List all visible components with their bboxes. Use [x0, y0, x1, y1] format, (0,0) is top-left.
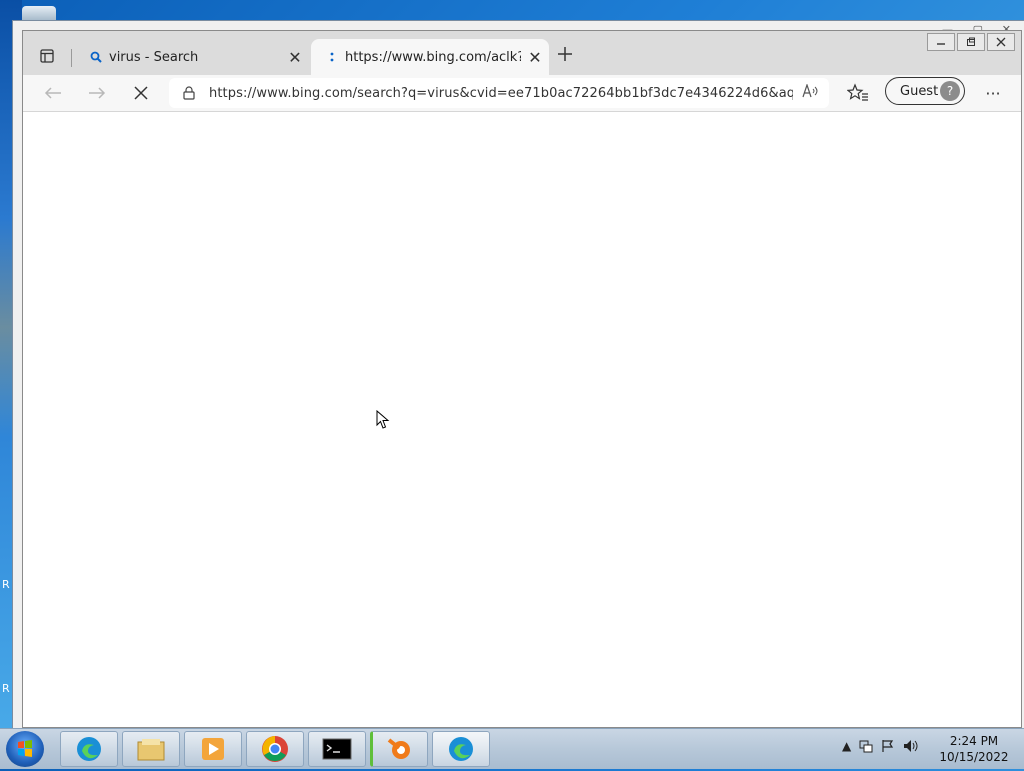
action-center-flag-icon[interactable]: [881, 739, 895, 753]
taskbar-chrome[interactable]: [246, 731, 304, 767]
favorites-star-icon: [846, 83, 868, 101]
stop-loading-button[interactable]: [127, 81, 155, 105]
window-controls: [927, 33, 1015, 51]
restore-icon: [967, 37, 975, 46]
tab-actions-button[interactable]: [33, 45, 61, 67]
tab-actions-icon: [40, 49, 54, 63]
network-icon[interactable]: [859, 739, 873, 753]
address-bar[interactable]: https://www.bing.com/search?q=virus&cvid…: [169, 78, 829, 108]
lock-icon[interactable]: [169, 86, 209, 100]
tab-bing-ad[interactable]: https://www.bing.com/aclk?ld=e ✕: [311, 39, 549, 75]
restore-button[interactable]: [957, 33, 985, 51]
close-icon: [134, 86, 148, 100]
clock-date: 10/15/2022: [939, 750, 1009, 764]
guest-avatar-icon: ?: [940, 81, 960, 101]
navigation-toolbar: https://www.bing.com/search?q=virus&cvid…: [23, 75, 1021, 112]
minimize-button[interactable]: [927, 33, 955, 51]
profile-label: Guest: [900, 83, 939, 99]
mouse-cursor-icon: [376, 410, 390, 429]
more-options-button[interactable]: ···: [981, 81, 1005, 105]
plus-icon: [558, 47, 572, 61]
windows-logo-icon: [18, 740, 32, 757]
tab-close-button[interactable]: ✕: [521, 48, 549, 67]
close-window-button[interactable]: [987, 33, 1015, 51]
back-button[interactable]: [39, 81, 67, 105]
taskbar-file-explorer[interactable]: [122, 731, 180, 767]
page-content[interactable]: [23, 112, 1021, 727]
tab-title: https://www.bing.com/aclk?ld=e: [345, 49, 521, 65]
chrome-icon: [262, 736, 288, 762]
command-prompt-icon: [322, 738, 352, 760]
close-icon: [996, 37, 1006, 47]
arrow-left-icon: [44, 87, 61, 99]
url-text[interactable]: https://www.bing.com/search?q=virus&cvid…: [209, 86, 793, 101]
new-tab-button[interactable]: [557, 45, 573, 67]
edge-icon: [77, 737, 101, 761]
taskbar-edge-active[interactable]: [432, 731, 490, 767]
title-bar: virus - Search ✕ https://www.bing.com/ac…: [23, 31, 1021, 75]
forward-button[interactable]: [83, 81, 111, 105]
system-clock[interactable]: 2:24 PM 10/15/2022: [938, 733, 1010, 765]
desktop-label: R: [2, 578, 10, 591]
tab-close-button[interactable]: ✕: [281, 48, 309, 67]
browser-window: virus - Search ✕ https://www.bing.com/ac…: [22, 30, 1022, 728]
taskbar-edge[interactable]: [60, 731, 118, 767]
minimize-icon: [937, 43, 945, 45]
tab-search[interactable]: virus - Search ✕: [75, 39, 309, 75]
file-explorer-icon: [137, 739, 165, 761]
clock-time: 2:24 PM: [949, 734, 999, 748]
edge-icon: [449, 737, 473, 761]
start-button[interactable]: [6, 731, 44, 767]
read-aloud-icon[interactable]: [793, 83, 829, 102]
search-icon: [83, 51, 109, 63]
show-hidden-icons-icon[interactable]: ▲: [842, 739, 851, 753]
loading-dots-icon: [319, 51, 345, 63]
avast-icon: [387, 738, 410, 759]
arrow-right-icon: [89, 87, 106, 99]
tab-title: virus - Search: [109, 49, 199, 65]
tab-separator: [71, 49, 72, 67]
taskbar-command-prompt[interactable]: [308, 731, 366, 767]
profile-button[interactable]: Guest ?: [885, 77, 965, 105]
taskbar-media-player[interactable]: [184, 731, 242, 767]
media-player-icon: [202, 738, 224, 760]
system-tray: ▲: [842, 739, 919, 753]
taskbar-avast[interactable]: [370, 731, 428, 767]
volume-icon[interactable]: [903, 739, 919, 753]
favorites-button[interactable]: [846, 83, 869, 105]
desktop-label: R: [2, 682, 10, 695]
more-icon: ···: [985, 83, 1001, 103]
taskbar: ▲ 2:24 PM 10/15/2022: [0, 728, 1024, 769]
